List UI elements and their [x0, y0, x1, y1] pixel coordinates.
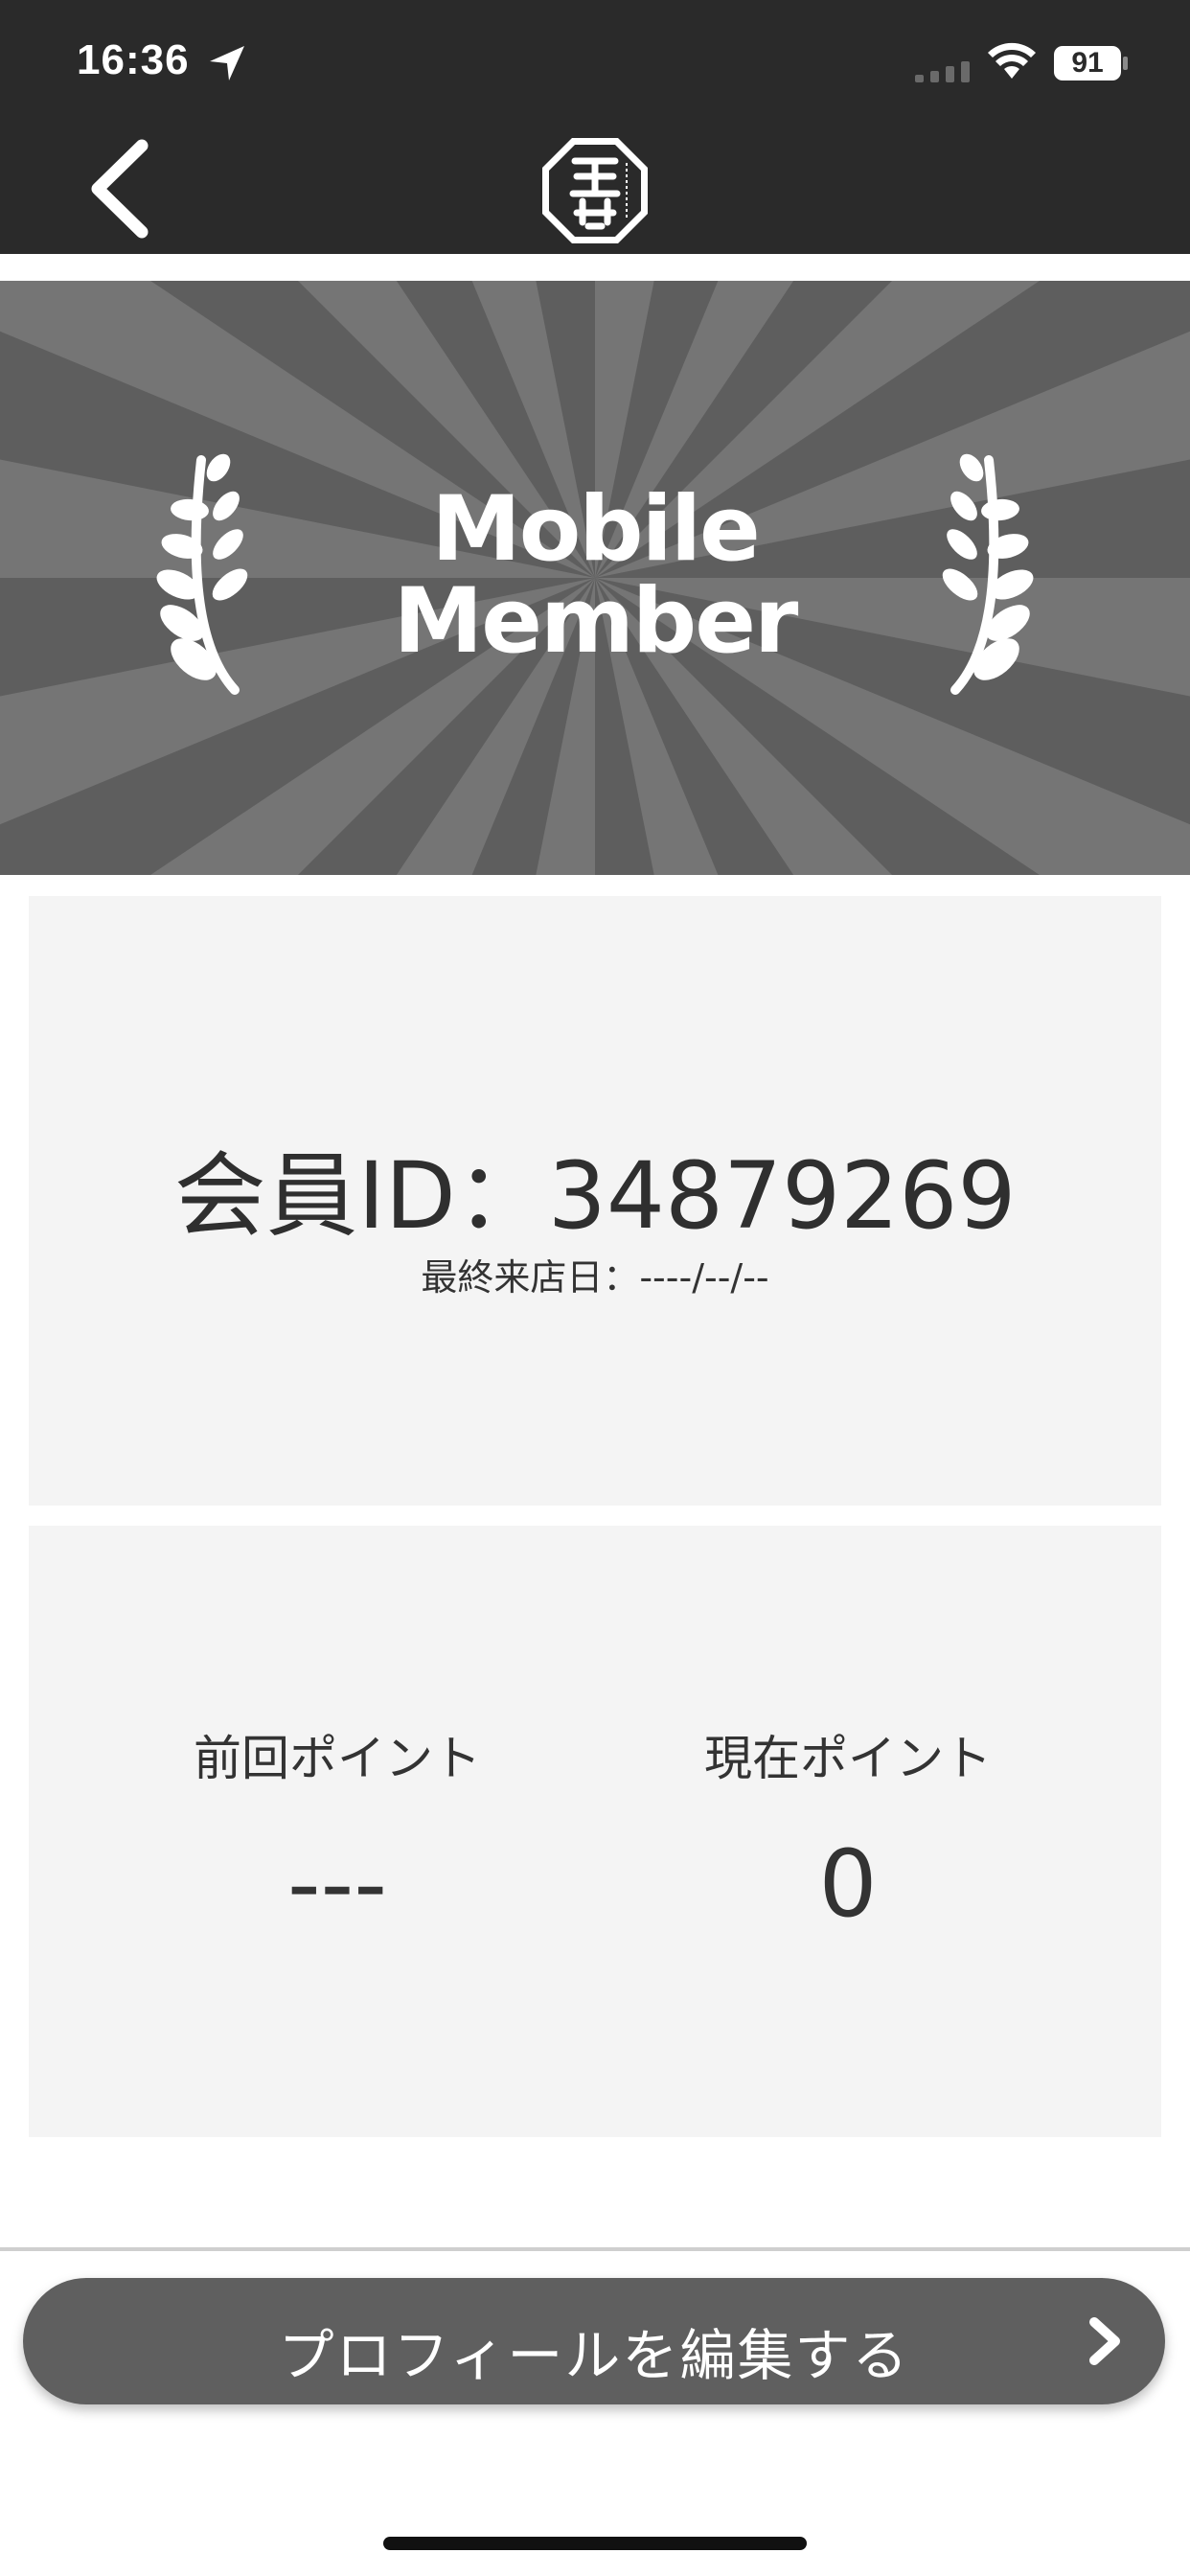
wifi-icon — [988, 42, 1036, 79]
chevron-left-icon — [91, 139, 149, 239]
chevron-right-icon — [1089, 2317, 1120, 2365]
battery-level: 91 — [1071, 47, 1104, 79]
status-bar: 16:36 91 — [0, 0, 1190, 125]
edit-profile-button[interactable]: プロフィールを編集する — [23, 2278, 1165, 2404]
current-points-label: 現在ポイント — [704, 1731, 992, 1786]
home-indicator — [383, 2537, 807, 2550]
brand-logo — [542, 138, 648, 243]
edit-profile-label: プロフィールを編集する — [278, 2323, 910, 2388]
divider — [0, 2247, 1190, 2251]
member-rank-title-line1: Mobile — [431, 477, 761, 582]
location-arrow-icon — [210, 46, 244, 80]
member-rank-title-line2: Member — [393, 569, 799, 674]
last-visit-date: 最終来店日：----/--/-- — [421, 1256, 769, 1299]
member-rank-title: Mobile Member — [308, 484, 882, 668]
status-time: 16:36 — [77, 36, 190, 83]
member-id: 会員ID：34879269 — [173, 1142, 1017, 1250]
back-button[interactable] — [77, 134, 163, 244]
laurel-left-icon — [156, 453, 248, 695]
previous-points-label: 前回ポイント — [194, 1731, 481, 1786]
laurel-right-icon — [942, 453, 1034, 695]
cellular-signal-icon — [915, 61, 970, 82]
current-points-value: 0 — [818, 1830, 878, 1938]
previous-points-value: --- — [287, 1830, 387, 1938]
